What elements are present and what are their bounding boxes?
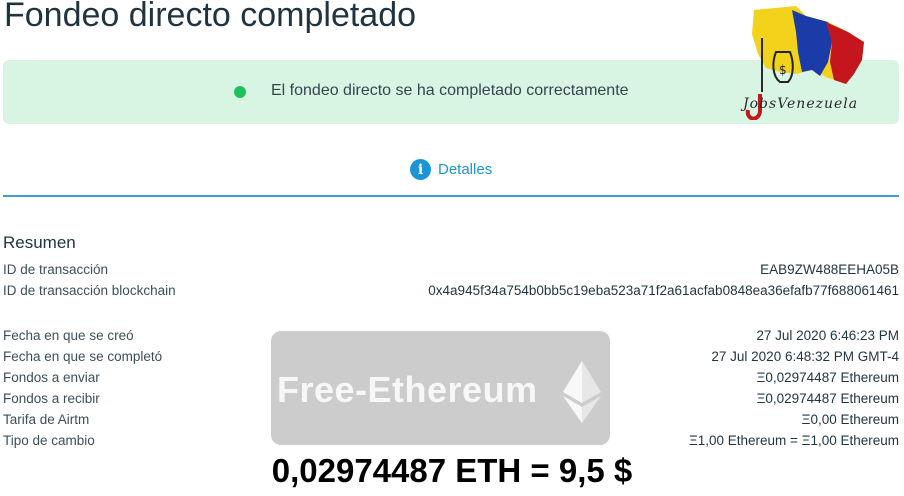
row-value: Ξ0,02974487 Ethereum — [756, 391, 899, 406]
row-value: Ξ0,00 Ethereum — [801, 412, 899, 427]
tab-details[interactable]: i Detalles — [410, 159, 492, 180]
watermark-text: Free-Ethereum — [277, 369, 538, 410]
row-label: Tarifa de Airtm — [3, 412, 90, 427]
row-value: 27 Jul 2020 6:46:23 PM — [756, 328, 899, 343]
row-value: Ξ1,00 Ethereum = Ξ1,00 Ethereum — [688, 433, 899, 448]
row-label: Tipo de cambio — [3, 433, 95, 448]
svg-text:$: $ — [779, 63, 787, 77]
free-ethereum-watermark: Free-Ethereum — [271, 331, 610, 445]
success-message: El fondeo directo se ha completado corre… — [271, 82, 629, 99]
row-value: EAB9ZW488EEHA05B — [760, 262, 899, 277]
summary-row: ID de transacción EAB9ZW488EEHA05B — [3, 262, 899, 282]
summary-row: ID de transacción blockchain 0x4a945f34a… — [3, 283, 899, 303]
row-value: 0x4a945f34a754b0bb5c19eba523a71f2a61acfa… — [428, 283, 899, 298]
info-icon: i — [410, 159, 431, 180]
tab-details-label: Detalles — [438, 161, 493, 178]
row-label: ID de transacción — [3, 262, 109, 277]
tab-underline — [3, 195, 899, 197]
logo-text: JobsVenezuela — [743, 96, 859, 112]
row-label: Fecha en que se completó — [3, 349, 163, 364]
row-value: Ξ0,02974487 Ethereum — [756, 370, 899, 385]
row-label: Fondos a enviar — [3, 370, 100, 385]
summary-title: Resumen — [3, 233, 76, 252]
row-value: 27 Jul 2020 6:48:32 PM GMT-4 — [711, 349, 899, 364]
row-label: Fecha en que se creó — [3, 328, 134, 343]
page-title: Fondeo directo completado — [4, 0, 417, 34]
eth-usd-caption: 0,02974487 ETH = 9,5 $ — [271, 452, 633, 489]
ethereum-icon — [563, 361, 601, 423]
row-label: Fondos a recibir — [3, 391, 100, 406]
row-label: ID de transacción blockchain — [3, 283, 176, 298]
status-dot-icon — [234, 86, 246, 98]
